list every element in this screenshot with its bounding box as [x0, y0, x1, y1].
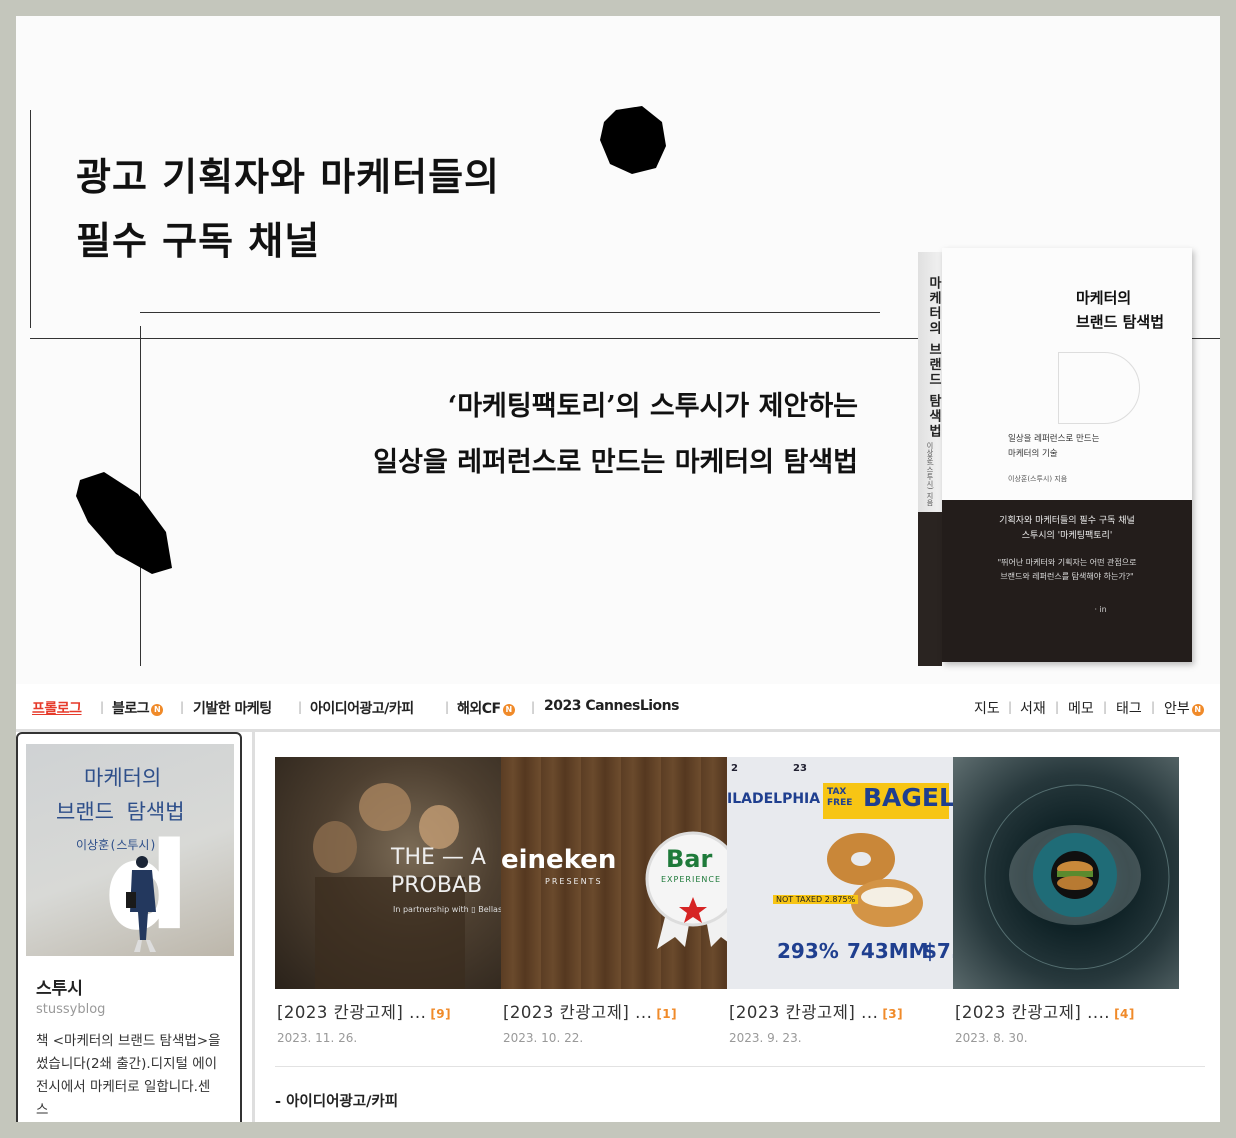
- nav-item-memo[interactable]: 메모: [1068, 698, 1094, 718]
- book-spine-author: 이상훈(스투시) 지음: [926, 442, 934, 506]
- book-cover-author: 이상훈(스투시) 지음: [1008, 475, 1068, 483]
- new-badge: N: [151, 704, 164, 716]
- book-spine: 마케터의 브랜드 탐색법 이상훈(스투시) 지음: [918, 252, 942, 666]
- book-cover: 마케터의 브랜드 탐색법 일상을 레퍼런스로 만드는 마케터의 기술 이상훈(스…: [942, 248, 1192, 662]
- thumbnail-text: eineken: [501, 845, 617, 875]
- post-thumbnail[interactable]: eineken PRESENTS Bar EXPERIENCE: [501, 757, 727, 989]
- post-date: 2023. 11. 26.: [277, 1031, 358, 1045]
- black-blob-decor: [600, 106, 666, 174]
- thumbnail-text: In partnership with ▯ Bellas: [393, 905, 501, 914]
- comment-count: [9]: [430, 1007, 452, 1021]
- thumbnail-text: TAX FREE: [827, 787, 853, 808]
- page-frame: 광고 기획자와 마케터들의 필수 구독 채널 ‘마케팅팩토리’의 스투시가 제안…: [16, 16, 1220, 1122]
- banner-subtitle: ‘마케팅팩토리’의 스투시가 제안하는: [447, 391, 858, 422]
- banner-subtitle: 일상을 레퍼런스로 만드는 마케터의 탐색법: [373, 447, 858, 478]
- publisher-logo: ㆍin: [1092, 605, 1107, 614]
- bagel-graphic: [827, 833, 923, 927]
- post-thumbnail[interactable]: [953, 757, 1179, 989]
- post-thumbnail[interactable]: 2 23 ILADELPHIA TAX FREE BAGEL NOT TAXED…: [727, 757, 953, 989]
- nav-item-blog[interactable]: 블로그 N: [112, 698, 164, 718]
- profile-image-text: 브랜드 탐색법: [56, 800, 185, 824]
- book-band-text: 기획자와 마케터들의 필수 구독 채널 스투시의 '마케팅팩토리': [999, 516, 1135, 541]
- profile-card: d 마케터의 브랜드 탐색법 이상훈(스투시) 스투시 stussyblog 책…: [16, 732, 242, 1122]
- profile-id: stussyblog: [36, 1002, 106, 1017]
- promo-banner[interactable]: 광고 기획자와 마케터들의 필수 구독 채널 ‘마케팅팩토리’의 스투시가 제안…: [16, 16, 1220, 684]
- post-list: THE — A PROBAB In partnership with ▯ Bel…: [252, 732, 1220, 1122]
- post-date: 2023. 9. 23.: [729, 1031, 802, 1045]
- nav-item-idea-ads[interactable]: 아이디어광고/카피: [310, 698, 414, 718]
- post-thumbnail[interactable]: THE — A PROBAB In partnership with ▯ Bel…: [275, 757, 501, 989]
- nav-item-overseas-cf[interactable]: 해외CF N: [457, 698, 515, 718]
- nav-item-guestbook[interactable]: 안부 N: [1164, 698, 1204, 718]
- nav-item-tag[interactable]: 태그: [1116, 698, 1142, 718]
- category-nav: 프롤로그 | 블로그 N | 기발한 마케팅 | 아이디어광고/카피 | 해외CF…: [16, 684, 1220, 732]
- book-cover-graphic: [1058, 352, 1140, 424]
- thumbnail-text: PROBAB: [391, 873, 483, 898]
- book-cover-band: 기획자와 마케터들의 필수 구독 채널 스투시의 '마케팅팩토리' "뛰어난 마…: [942, 500, 1192, 662]
- new-badge: N: [1191, 704, 1204, 716]
- book-cover-title: 마케터의 브랜드 탐색법: [1076, 289, 1165, 331]
- decor-line: [30, 110, 31, 328]
- book-image: 마케터의 브랜드 탐색법 이상훈(스투시) 지음 마케터의 브랜드 탐색법 일상…: [918, 248, 1192, 666]
- book-spine-band: [918, 512, 942, 666]
- profile-image[interactable]: d 마케터의 브랜드 탐색법 이상훈(스투시): [26, 744, 234, 956]
- profile-name[interactable]: 스투시: [36, 974, 83, 999]
- book-cover-desc: 일상을 레퍼런스로 만드는 마케터의 기술: [1008, 434, 1100, 459]
- nav-item-prologue[interactable]: 프롤로그: [32, 698, 82, 718]
- thumbnail-text: BAGEL: [863, 783, 953, 812]
- banner-headline: 필수 구독 채널: [76, 218, 321, 263]
- thumbnail-text: NOT TAXED 2.875%: [773, 895, 859, 904]
- thumbnail-text: EXPERIENCE: [661, 875, 722, 884]
- thumbnail-text: $7.1: [923, 939, 953, 963]
- profile-image-text: 마케터의: [84, 766, 162, 790]
- eye-graphic: [984, 784, 1170, 970]
- thumbnail-text: ILADELPHIA: [727, 791, 821, 807]
- nav-item-library[interactable]: 서재: [1020, 698, 1046, 718]
- profile-description: 책 <마케터의 브랜드 탐색법>을 썼습니다(2쇄 출간).디지털 에이전시에서…: [36, 1033, 221, 1118]
- thumbnail-text: 743MM: [847, 939, 929, 963]
- post-date: 2023. 10. 22.: [503, 1031, 584, 1045]
- thumbnail-text: 23: [793, 763, 807, 774]
- comment-count: [4]: [1114, 1007, 1135, 1021]
- decor-line: [140, 312, 880, 313]
- post-title[interactable]: [2023 칸광고제] ... [3]: [729, 999, 903, 1023]
- profile-image-text: 이상훈(스투시): [76, 838, 157, 852]
- nav-item-map[interactable]: 지도: [974, 698, 1000, 718]
- post-title[interactable]: [2023 칸광고제] .... [4]: [955, 999, 1135, 1023]
- thumbnail-text: 293%: [777, 939, 839, 963]
- post-date: 2023. 8. 30.: [955, 1031, 1028, 1045]
- thumbnail-text: Bar: [666, 845, 713, 873]
- book-spine-title: 마케터의 브랜드 탐색법: [926, 276, 941, 440]
- book-band-quote: "뛰어난 마케터와 기획자는 어떤 관점으로 브랜드와 레퍼런스를 탐색해야 하…: [997, 558, 1137, 581]
- comment-count: [1]: [656, 1007, 678, 1021]
- thumbnail-text: PRESENTS: [545, 877, 603, 886]
- person-figure: [126, 856, 156, 952]
- thumbnail-text: THE — A: [391, 845, 486, 870]
- comment-count: [3]: [882, 1007, 904, 1021]
- divider: [275, 1066, 1205, 1067]
- post-title[interactable]: [2023 칸광고제] ... [9]: [277, 999, 451, 1023]
- new-badge: N: [502, 704, 515, 716]
- section-title[interactable]: - 아이디어광고/카피: [275, 1090, 398, 1111]
- thumbnail-text: 2: [731, 763, 738, 774]
- black-blob-decor: [76, 472, 172, 574]
- post-title[interactable]: [2023 칸광고제] ... [1]: [503, 999, 677, 1023]
- nav-item-cannes-lions[interactable]: 2023 CannesLions: [544, 698, 679, 714]
- banner-headline: 광고 기획자와 마케터들의: [76, 154, 501, 199]
- nav-item-creative-marketing[interactable]: 기발한 마케팅: [193, 698, 272, 718]
